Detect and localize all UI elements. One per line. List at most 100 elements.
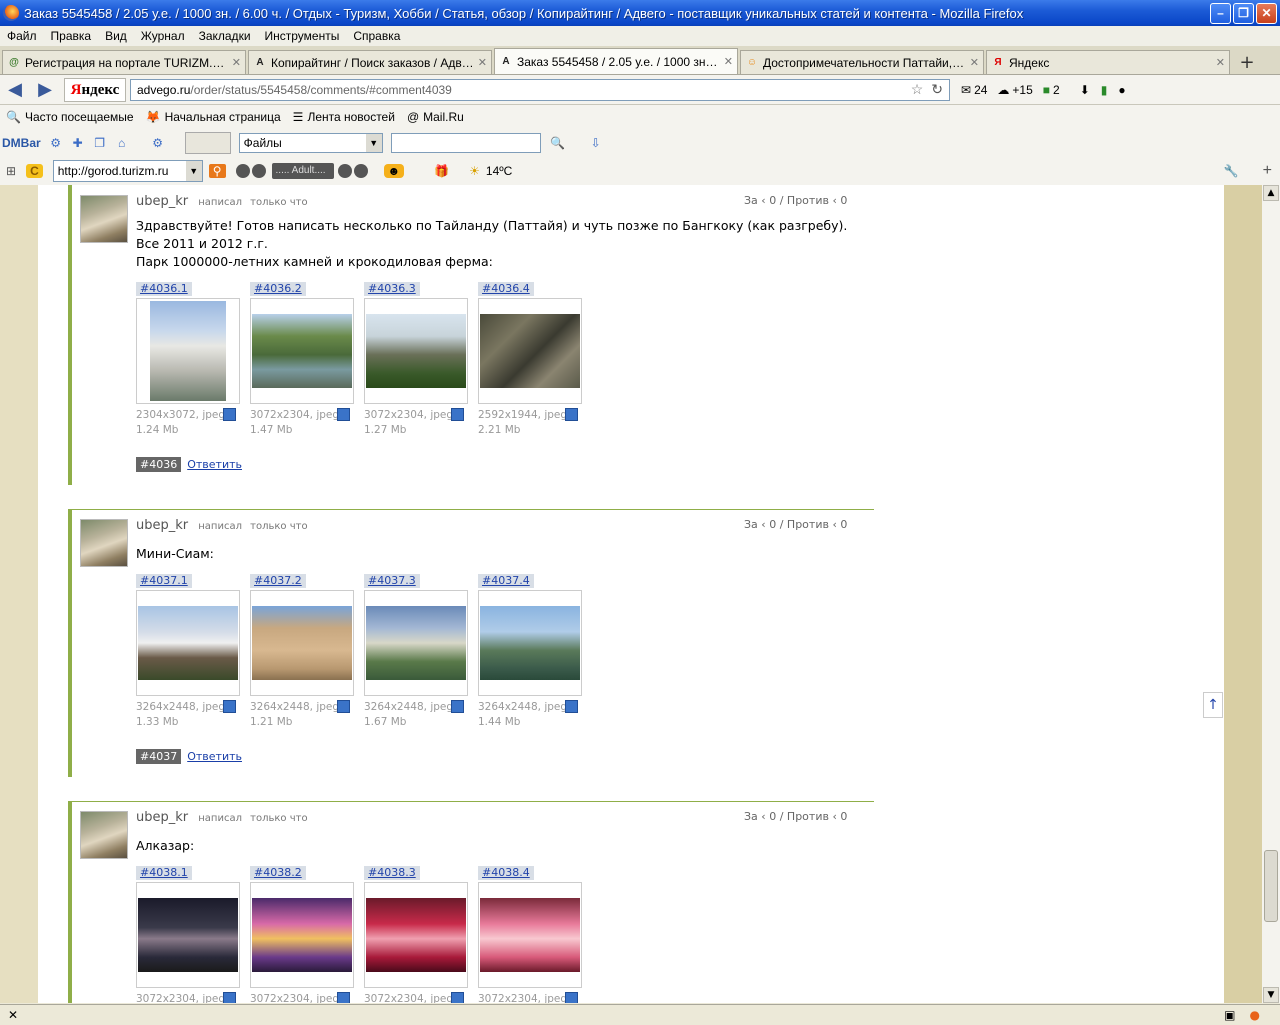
scroll-up-arrow-icon[interactable]: ▲: [1263, 185, 1279, 201]
image-tag-link[interactable]: #4037.3: [364, 574, 420, 588]
image-tag-link[interactable]: #4038.2: [250, 866, 306, 880]
tab-close-icon[interactable]: ✕: [478, 56, 487, 69]
image-frame[interactable]: [478, 590, 582, 696]
vertical-scrollbar[interactable]: ▲ ▼: [1262, 185, 1280, 1003]
image-tag-link[interactable]: #4037.2: [250, 574, 306, 588]
gift-icon[interactable]: 🎁: [434, 164, 449, 178]
image-frame[interactable]: [136, 298, 240, 404]
stop-icon[interactable]: [235, 163, 250, 178]
save-disk-icon[interactable]: [451, 408, 464, 421]
tab-close-icon[interactable]: ✕: [970, 56, 979, 69]
menu-tools[interactable]: Инструменты: [258, 29, 347, 43]
firefox-status-icon[interactable]: ●: [1250, 1008, 1260, 1022]
bookmark-most-visited[interactable]: 🔍 Часто посещаемые: [6, 110, 134, 124]
image-frame[interactable]: [478, 298, 582, 404]
dmbar-windows-icon[interactable]: ❐: [89, 136, 111, 150]
image-tag-link[interactable]: #4036.3: [364, 282, 420, 296]
vote-against-label[interactable]: Против: [787, 810, 829, 823]
image-frame[interactable]: [136, 590, 240, 696]
new-tab-button[interactable]: +: [1234, 50, 1260, 74]
download-icon[interactable]: ⬇: [1080, 83, 1090, 97]
scrollbar-thumb[interactable]: [1264, 850, 1278, 922]
author-nick[interactable]: ubep_kr: [136, 518, 188, 533]
vote-against-label[interactable]: Против: [787, 518, 829, 531]
save-disk-icon[interactable]: [451, 992, 464, 1003]
menu-history[interactable]: Журнал: [134, 29, 192, 43]
yandex-logo[interactable]: Яндекс: [64, 77, 126, 102]
forward-button[interactable]: ▶: [30, 79, 60, 100]
files-dropdown[interactable]: Файлы ▼: [238, 132, 383, 153]
save-disk-icon[interactable]: [337, 992, 350, 1003]
avatar[interactable]: [80, 195, 128, 243]
wrench-icon[interactable]: 🔧: [1224, 164, 1239, 178]
city-url-field[interactable]: http://gorod.turizm.ru ▼: [52, 159, 203, 182]
image-tag-link[interactable]: #4038.1: [136, 866, 192, 880]
close-window-button[interactable]: ✕: [1256, 2, 1277, 24]
dmbar-settings-icon[interactable]: ⚙: [147, 136, 169, 150]
image-frame[interactable]: [250, 298, 354, 404]
vote-for-label[interactable]: За: [744, 810, 758, 823]
menu-help[interactable]: Справка: [346, 29, 407, 43]
save-disk-icon[interactable]: [223, 992, 236, 1003]
adblock-icon[interactable]: ●: [1118, 83, 1125, 97]
author-nick[interactable]: ubep_kr: [136, 810, 188, 825]
bookmark-star-icon[interactable]: ☆: [911, 81, 924, 98]
minimize-button[interactable]: –: [1210, 2, 1231, 24]
tab-close-icon[interactable]: ✕: [724, 55, 733, 68]
avatar[interactable]: [80, 811, 128, 859]
save-disk-icon[interactable]: [223, 408, 236, 421]
menu-file[interactable]: Файл: [0, 29, 44, 43]
play-icon[interactable]: [251, 163, 266, 178]
dmbar-home-icon[interactable]: ⌂: [111, 136, 133, 150]
arrow-left-icon[interactable]: ‹: [761, 810, 765, 823]
screenshot-icon[interactable]: ▣: [1224, 1008, 1235, 1022]
tab-close-icon[interactable]: ✕: [232, 56, 241, 69]
image-tag-link[interactable]: #4038.4: [478, 866, 534, 880]
minus-icon[interactable]: [353, 163, 368, 178]
add-icon[interactable]: ⊞: [6, 164, 16, 178]
karma-icon[interactable]: ■: [1043, 83, 1050, 97]
image-frame[interactable]: [136, 882, 240, 988]
back-button[interactable]: ◀: [0, 79, 30, 100]
scroll-to-top-button[interactable]: ↑: [1203, 692, 1223, 718]
image-tag-link[interactable]: #4038.3: [364, 866, 420, 880]
image-tag-link[interactable]: #4037.1: [136, 574, 192, 588]
close-icon[interactable]: ✕: [8, 1008, 18, 1022]
stats-icon[interactable]: ▮: [1101, 83, 1108, 97]
image-frame[interactable]: [250, 882, 354, 988]
menu-view[interactable]: Вид: [98, 29, 134, 43]
image-frame[interactable]: [364, 882, 468, 988]
arrow-left-icon[interactable]: ‹: [761, 194, 765, 207]
bookmark-news-feed[interactable]: ☰ Лента новостей: [293, 110, 395, 124]
weather-icon[interactable]: ☁: [997, 83, 1009, 97]
maximize-button[interactable]: ❐: [1233, 2, 1254, 24]
vote-against-label[interactable]: Против: [787, 194, 829, 207]
tab-advego-search[interactable]: A Копирайтинг / Поиск заказов / Адвег...…: [248, 50, 492, 74]
tab-pattaya-sights[interactable]: ☺ Достопримечательности Паттайи, Та... ✕: [740, 50, 984, 74]
reload-icon[interactable]: ↻: [931, 81, 943, 98]
dmbar-add-icon[interactable]: ✚: [67, 136, 89, 150]
menu-bookmarks[interactable]: Закладки: [192, 29, 258, 43]
image-frame[interactable]: [364, 590, 468, 696]
author-nick[interactable]: ubep_kr: [136, 194, 188, 209]
arrow-left-icon[interactable]: ‹: [832, 810, 836, 823]
vote-for-label[interactable]: За: [744, 518, 758, 531]
volume-icon[interactable]: [337, 163, 352, 178]
avatar[interactable]: [80, 519, 128, 567]
tab-turizm-registration[interactable]: @ Регистрация на портале TURIZM.RU - ...…: [2, 50, 246, 74]
comment-id[interactable]: #4036: [136, 457, 182, 472]
menu-edit[interactable]: Правка: [44, 29, 99, 43]
search-icon[interactable]: ⚲: [208, 163, 226, 178]
owl-icon[interactable]: ☻: [383, 163, 405, 178]
image-tag-link[interactable]: #4036.2: [250, 282, 306, 296]
dmbar-logo[interactable]: DMBar: [2, 136, 41, 150]
tab-order-active[interactable]: A Заказ 5545458 / 2.05 у.е. / 1000 зн. /…: [494, 48, 738, 74]
weather-icon[interactable]: ☀: [469, 164, 480, 178]
dmbar-hand-button[interactable]: [184, 131, 231, 154]
arrow-left-icon[interactable]: ‹: [832, 194, 836, 207]
image-frame[interactable]: [478, 882, 582, 988]
save-disk-icon[interactable]: [337, 408, 350, 421]
mail-icon[interactable]: ✉: [961, 83, 971, 97]
save-disk-icon[interactable]: [565, 992, 578, 1003]
arrow-left-icon[interactable]: ‹: [761, 518, 765, 531]
